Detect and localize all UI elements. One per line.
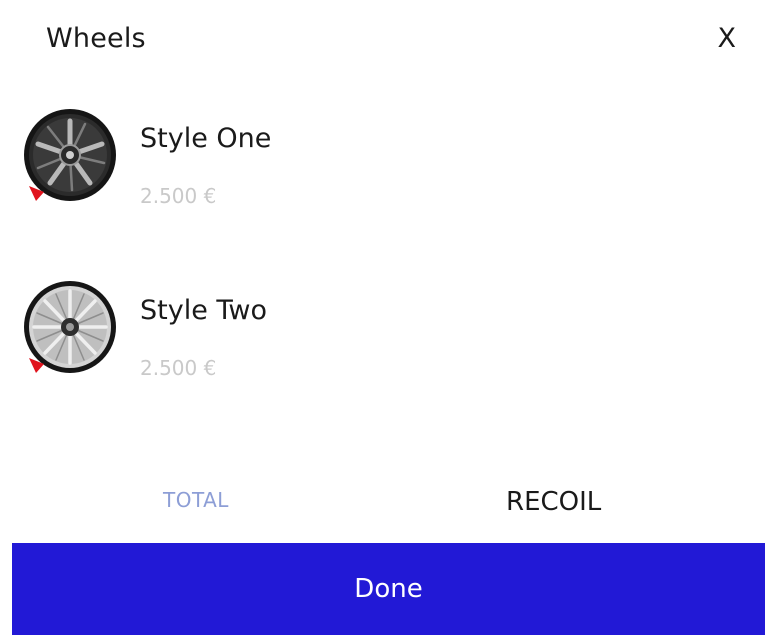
dark-alloy-wheel-icon bbox=[24, 109, 116, 201]
close-button[interactable]: X bbox=[718, 20, 737, 58]
wheel-options-list: Style One 2.500 € Style Two 2.500 € bbox=[22, 108, 742, 452]
wheel-option-price: 2.500 € bbox=[140, 184, 217, 208]
wheel-option-name: Style Two bbox=[140, 295, 268, 326]
wheel-option-price: 2.500 € bbox=[140, 356, 217, 380]
panel-title: Wheels bbox=[46, 23, 146, 54]
total-row: TOTAL RECOIL bbox=[0, 480, 765, 524]
wheels-panel: Wheels X Style One 2.500 € Style Two 2.5… bbox=[0, 0, 765, 635]
total-label: TOTAL bbox=[163, 488, 229, 512]
silver-alloy-wheel-icon bbox=[24, 281, 116, 373]
total-value: RECOIL bbox=[506, 487, 602, 517]
done-button[interactable]: Done bbox=[12, 543, 765, 635]
wheel-option-style-one[interactable]: Style One 2.500 € bbox=[22, 108, 742, 208]
panel-header: Wheels X bbox=[46, 20, 746, 60]
wheel-option-style-two[interactable]: Style Two 2.500 € bbox=[22, 280, 742, 380]
wheel-option-name: Style One bbox=[140, 123, 272, 154]
